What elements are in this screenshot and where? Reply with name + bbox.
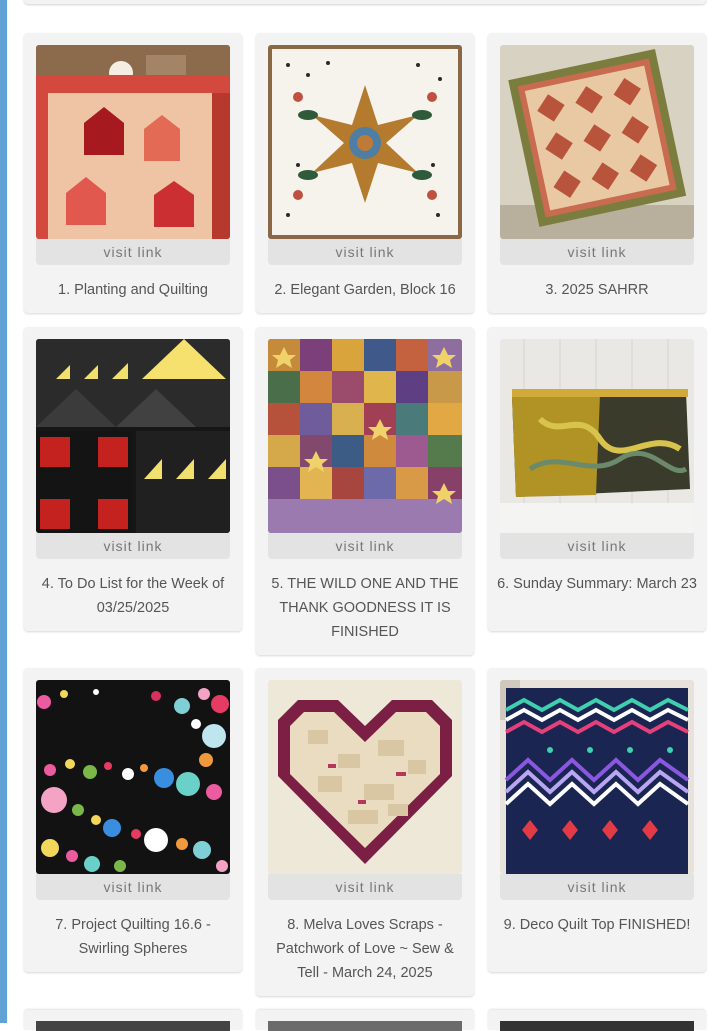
link-card-3: visit link 3. 2025 SAHRR bbox=[488, 33, 706, 313]
previous-card-bottom bbox=[24, 0, 706, 4]
visit-link-button-8[interactable]: visit link bbox=[268, 874, 462, 900]
link-card-9: visit link 9. Deco Quilt Top FINISHED! bbox=[488, 668, 706, 972]
thumbnail-planting-quilting[interactable] bbox=[36, 45, 230, 239]
caption-3[interactable]: 3. 2025 SAHRR bbox=[496, 278, 698, 302]
visit-link-button-3[interactable]: visit link bbox=[500, 239, 694, 265]
next-card-peek-2 bbox=[256, 1010, 474, 1031]
visit-link-button-2[interactable]: visit link bbox=[268, 239, 462, 265]
thumbnail-swirling-spheres[interactable] bbox=[36, 680, 230, 874]
quilt-image-5 bbox=[268, 339, 462, 533]
page-edge-bar bbox=[0, 0, 7, 1023]
quilt-image-4 bbox=[36, 339, 230, 533]
visit-link-button-6[interactable]: visit link bbox=[500, 533, 694, 559]
quilt-image-9 bbox=[500, 680, 694, 874]
thumbnail-2025-sahrr[interactable] bbox=[500, 45, 694, 239]
caption-5[interactable]: 5. THE WILD ONE AND THE THANK GOODNESS I… bbox=[264, 572, 466, 644]
link-card-2: visit link 2. Elegant Garden, Block 16 bbox=[256, 33, 474, 313]
caption-6[interactable]: 6. Sunday Summary: March 23 bbox=[496, 572, 698, 596]
quilt-image-3 bbox=[500, 45, 694, 239]
quilt-image-8 bbox=[268, 680, 462, 874]
caption-9[interactable]: 9. Deco Quilt Top FINISHED! bbox=[496, 913, 698, 937]
link-card-1: visit link 1. Planting and Quilting bbox=[24, 33, 242, 313]
quilt-image-1 bbox=[36, 45, 230, 239]
quilt-image-2 bbox=[268, 45, 462, 239]
next-card-peek-3 bbox=[488, 1010, 706, 1031]
thumbnail-elegant-garden[interactable] bbox=[268, 45, 462, 239]
thumbnail-deco-quilt[interactable] bbox=[500, 680, 694, 874]
link-card-8: visit link 8. Melva Loves Scraps - Patch… bbox=[256, 668, 474, 996]
visit-link-button-5[interactable]: visit link bbox=[268, 533, 462, 559]
thumbnail-sunday-summary[interactable] bbox=[500, 339, 694, 533]
thumbnail-wild-one[interactable] bbox=[268, 339, 462, 533]
quilt-image-7 bbox=[36, 680, 230, 874]
thumbnail-to-do-list[interactable] bbox=[36, 339, 230, 533]
link-card-7: visit link 7. Project Quilting 16.6 - Sw… bbox=[24, 668, 242, 972]
visit-link-button-4[interactable]: visit link bbox=[36, 533, 230, 559]
thumbnail-patchwork-of-love[interactable] bbox=[268, 680, 462, 874]
link-card-6: visit link 6. Sunday Summary: March 23 bbox=[488, 327, 706, 631]
link-card-5: visit link 5. THE WILD ONE AND THE THANK… bbox=[256, 327, 474, 655]
visit-link-button-9[interactable]: visit link bbox=[500, 874, 694, 900]
caption-7[interactable]: 7. Project Quilting 16.6 - Swirling Sphe… bbox=[32, 913, 234, 961]
bag-image-6 bbox=[500, 339, 694, 533]
caption-2[interactable]: 2. Elegant Garden, Block 16 bbox=[264, 278, 466, 302]
caption-1[interactable]: 1. Planting and Quilting bbox=[32, 278, 234, 302]
caption-8[interactable]: 8. Melva Loves Scraps - Patchwork of Lov… bbox=[264, 913, 466, 985]
link-card-4: visit link 4. To Do List for the Week of… bbox=[24, 327, 242, 631]
visit-link-button-1[interactable]: visit link bbox=[36, 239, 230, 265]
caption-4[interactable]: 4. To Do List for the Week of 03/25/2025 bbox=[32, 572, 234, 620]
visit-link-button-7[interactable]: visit link bbox=[36, 874, 230, 900]
next-card-peek-1 bbox=[24, 1010, 242, 1031]
